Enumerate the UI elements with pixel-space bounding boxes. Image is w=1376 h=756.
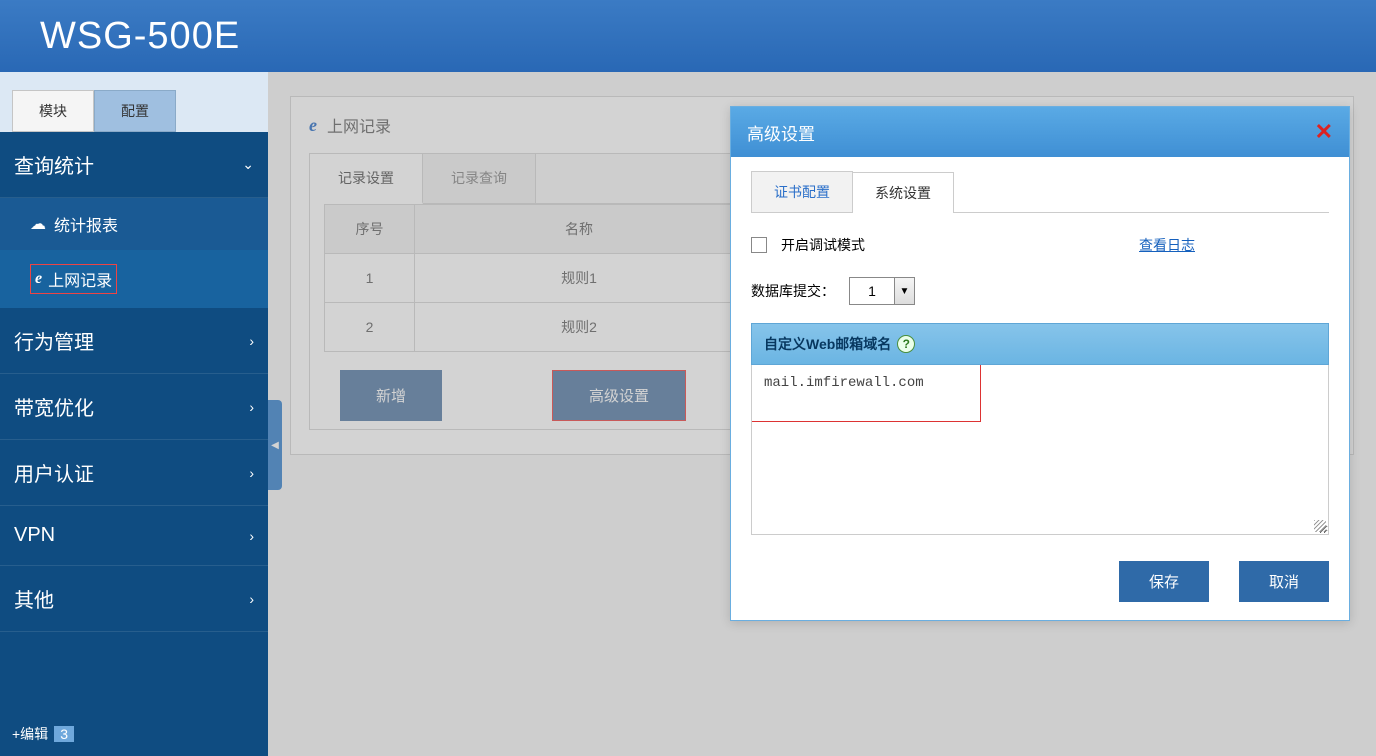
chevron-right-icon: ›: [249, 399, 254, 415]
close-icon[interactable]: ✕: [1315, 119, 1333, 145]
sidebar-section-vpn[interactable]: VPN ›: [0, 506, 268, 566]
sidebar-item-label: 上网记录: [48, 267, 112, 291]
debug-label: 开启调试模式: [781, 235, 865, 255]
webmail-domain-title: 自定义Web邮箱域名: [764, 334, 891, 354]
sidebar-section-label: 查询统计: [14, 150, 94, 179]
webmail-domain-textarea[interactable]: mail.imfirewall.com: [751, 365, 1329, 535]
sidebar: 模块 配置 查询统计 ⌄ 统计报表 e 上网记录 行为管理 › 带宽优化 › 用…: [0, 72, 268, 756]
sidebar-item-label: 统计报表: [54, 212, 118, 236]
sidebar-tab-module[interactable]: 模块: [12, 90, 94, 132]
db-commit-select[interactable]: ▼: [849, 277, 915, 305]
db-commit-value[interactable]: [850, 278, 894, 304]
dialog-header: 高级设置 ✕: [731, 107, 1349, 157]
sidebar-item-web-log[interactable]: e 上网记录: [0, 250, 268, 308]
webmail-domain-header: 自定义Web邮箱域名 ?: [751, 323, 1329, 365]
sidebar-section-other[interactable]: 其他 ›: [0, 566, 268, 632]
sidebar-section-bandwidth[interactable]: 带宽优化 ›: [0, 374, 268, 440]
dialog-button-row: 保存 取消: [751, 561, 1329, 602]
ie-icon: e: [35, 270, 42, 288]
product-name: WSG-500E: [40, 15, 240, 58]
cloud-icon: [30, 214, 46, 234]
save-button[interactable]: 保存: [1119, 561, 1209, 602]
sidebar-section-label: 行为管理: [14, 326, 94, 355]
chevron-right-icon: ›: [249, 333, 254, 349]
cancel-button[interactable]: 取消: [1239, 561, 1329, 602]
debug-checkbox[interactable]: [751, 237, 767, 253]
dialog-tabstrip: 证书配置 系统设置: [751, 171, 1329, 213]
sidebar-section-query[interactable]: 查询统计 ⌄: [0, 132, 268, 198]
chevron-right-icon: ›: [249, 528, 254, 544]
edit-count-badge: 3: [54, 726, 74, 742]
sidebar-section-label: VPN: [14, 524, 55, 547]
sidebar-section-label: 带宽优化: [14, 392, 94, 421]
domain-highlight-box: mail.imfirewall.com: [751, 365, 981, 422]
debug-row: 开启调试模式 查看日志: [751, 235, 1329, 255]
chevron-right-icon: ›: [249, 465, 254, 481]
sidebar-section-label: 其他: [14, 584, 54, 613]
chevron-right-icon: ›: [249, 591, 254, 607]
sidebar-section-behavior[interactable]: 行为管理 ›: [0, 308, 268, 374]
domain-value: mail.imfirewall.com: [764, 375, 924, 391]
app-header: WSG-500E: [0, 0, 1376, 72]
db-commit-label: 数据库提交：: [751, 281, 835, 301]
dialog-tab-system[interactable]: 系统设置: [852, 172, 954, 213]
dialog-title: 高级设置: [747, 120, 815, 145]
db-commit-row: 数据库提交： ▼: [751, 277, 1329, 305]
sidebar-tabstrip: 模块 配置: [0, 72, 268, 132]
sidebar-footer[interactable]: +编辑 3: [12, 724, 74, 744]
chevron-down-icon: ⌄: [242, 156, 254, 173]
view-log-link[interactable]: 查看日志: [1139, 235, 1195, 255]
help-icon[interactable]: ?: [897, 335, 915, 353]
dialog-tab-cert[interactable]: 证书配置: [751, 171, 853, 212]
sidebar-section-auth[interactable]: 用户认证 ›: [0, 440, 268, 506]
sidebar-section-label: 用户认证: [14, 458, 94, 487]
edit-link[interactable]: +编辑: [12, 724, 48, 744]
resize-grip-icon[interactable]: [1314, 520, 1326, 532]
advanced-settings-dialog: 高级设置 ✕ 证书配置 系统设置 开启调试模式 查看日志 数据库提交： ▼ 自定…: [730, 106, 1350, 621]
sidebar-tab-config[interactable]: 配置: [94, 90, 176, 132]
chevron-down-icon[interactable]: ▼: [894, 278, 914, 304]
sidebar-item-stats-report[interactable]: 统计报表: [0, 198, 268, 250]
